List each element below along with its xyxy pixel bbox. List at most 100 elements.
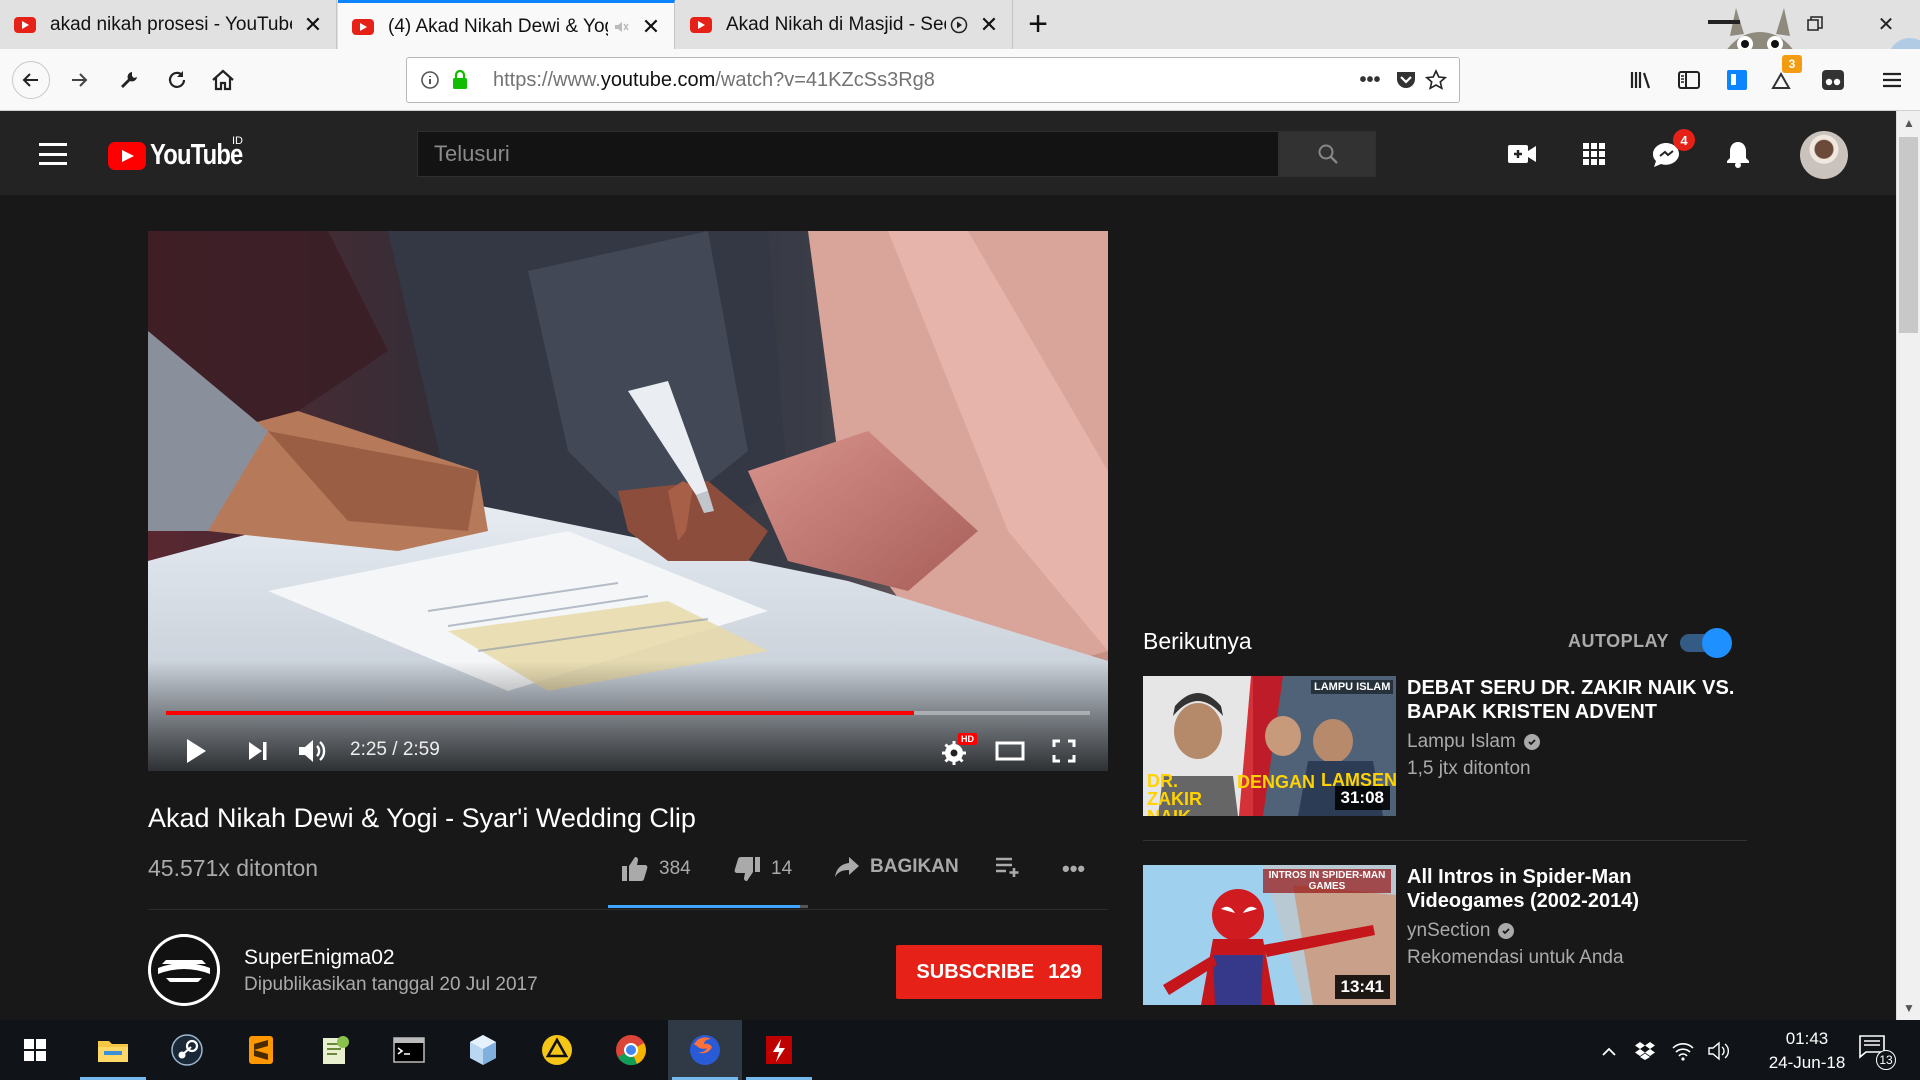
volume-icon[interactable] [1706,1038,1732,1064]
sidebar-toggle-icon[interactable] [1672,63,1706,97]
tab-playing-icon[interactable] [950,16,968,34]
channel-name[interactable]: SuperEnigma02 [244,946,395,970]
reload-icon[interactable] [160,63,194,97]
back-arrow-icon[interactable] [12,61,50,99]
site-info-icon[interactable] [415,65,445,95]
taskbar-app-chrome[interactable] [594,1020,668,1080]
library-icon[interactable] [1624,63,1658,97]
country-code: ID [232,135,243,147]
subscribe-button[interactable]: SUBSCRIBE 129 [896,945,1102,999]
recommendation-thumbnail[interactable]: INTROS IN SPIDER-MAN GAMES 13:41 [1143,865,1396,1005]
progress-bar[interactable] [166,711,1090,715]
pocket-icon[interactable] [1391,65,1421,95]
youtube-logo[interactable]: YouTube ID [108,135,263,172]
scroll-down-arrow-icon[interactable]: ▼ [1897,996,1920,1020]
scrollbar-thumb[interactable] [1899,137,1918,333]
messages-icon[interactable]: 4 [1647,129,1695,173]
like-button[interactable]: 384 [621,856,691,882]
recommendation-channel[interactable]: Lampu Islam [1407,731,1540,753]
taskbar-app-steam[interactable] [150,1020,224,1080]
search-button[interactable] [1279,131,1376,177]
publish-date: Dipublikasikan tanggal 20 Jul 2017 [244,974,538,995]
trello-addon-icon[interactable] [1720,63,1754,97]
channel-avatar[interactable] [148,934,220,1006]
verified-check-icon [1523,734,1540,750]
url-bar[interactable]: https://www.youtube.com/watch?v=41KZcSs3… [406,57,1460,103]
bookmark-star-icon[interactable] [1421,65,1451,95]
youtube-favicon-icon [352,18,374,35]
taskbar-app-notepad-plus-plus[interactable] [298,1020,372,1080]
page-scrollbar[interactable]: ▲ ▼ [1896,111,1920,1020]
recommendation-title[interactable]: DEBAT SERU DR. ZAKIR NAIK VS. BAPAK KRIS… [1407,676,1747,724]
recommendation-thumbnail[interactable]: LAMPU ISLAM DR. ZAKIR NAIK DENGAN LAMSEN… [1143,676,1396,816]
addon-badge-count: 3 [1782,55,1802,73]
taskbar-clock-time[interactable]: 01:43 [1752,1029,1862,1049]
video-player[interactable]: 2:25 / 2:59 HD [148,231,1108,771]
subscriber-count: 129 [1048,960,1082,983]
time-display: 2:25 / 2:59 [350,739,440,760]
steam-icon [171,1034,203,1066]
dropbox-icon[interactable] [1632,1038,1658,1064]
tab-akad-nikah-dewi-yogi[interactable]: (4) Akad Nikah Dewi & Yogi ✕ [338,0,675,50]
tab-muted-speaker-icon[interactable] [612,18,630,36]
apps-grid-icon[interactable] [1575,135,1613,173]
taskbar-app-firefox[interactable] [668,1020,742,1080]
next-video-button[interactable] [238,727,278,771]
more-actions-button[interactable]: ••• [1062,856,1085,882]
sublime-text-icon [249,1036,273,1064]
guide-menu-icon[interactable] [36,137,70,171]
taskbar-app-terminal[interactable] [372,1020,446,1080]
theater-mode-button[interactable] [990,727,1030,771]
forward-arrow-icon[interactable] [62,63,96,97]
progress-played [166,711,915,715]
tab-title: (4) Akad Nikah Dewi & Yogi [388,15,608,37]
tab-akad-nikah-di-masjid[interactable]: Akad Nikah di Masjid - Sede ✕ [676,0,1013,49]
volume-button[interactable] [292,727,332,771]
fullscreen-button[interactable] [1044,727,1084,771]
recommendation-channel[interactable]: ynSection [1407,920,1515,942]
upload-video-icon[interactable] [1503,135,1541,173]
start-button[interactable] [0,1020,70,1080]
taskbar-app-sublime-text[interactable] [224,1020,298,1080]
taskbar-app-filezilla[interactable] [742,1020,816,1080]
taskbar-app-virtualbox[interactable] [446,1020,520,1080]
notifications-bell-icon[interactable] [1719,135,1757,173]
url-text[interactable]: https://www.youtube.com/watch?v=41KZcSs3… [493,69,935,92]
tab-close-icon[interactable]: ✕ [640,14,662,39]
incognito-mask-icon[interactable] [1816,63,1850,97]
new-tab-button[interactable]: + [1022,5,1054,43]
tab-close-icon[interactable]: ✕ [302,12,324,37]
tab-close-icon[interactable]: ✕ [978,12,1000,37]
windows-taskbar: 01:43 24-Jun-18 13 [0,1020,1920,1080]
taskbar-app-file-explorer[interactable] [76,1020,150,1080]
play-button[interactable] [176,727,216,771]
taskbar-app-triangle[interactable] [520,1020,594,1080]
recommendation-title[interactable]: All Intros in Spider-Man Videogames (200… [1407,865,1747,913]
recommendation-item[interactable]: LAMPU ISLAM DR. ZAKIR NAIK DENGAN LAMSEN… [1143,676,1747,816]
autoplay-toggle-knob [1702,628,1732,658]
addon-badge-icon[interactable]: 3 [1766,55,1802,97]
scroll-up-arrow-icon[interactable]: ▲ [1897,111,1920,135]
video-duration: 31:08 [1334,786,1390,810]
wrench-icon[interactable] [112,63,146,97]
app-triangle-icon [542,1035,572,1065]
add-to-playlist-button[interactable] [994,856,1022,878]
recommendation-item[interactable]: INTROS IN SPIDER-MAN GAMES 13:41 All Int… [1143,865,1747,1005]
tab-title: Akad Nikah di Masjid - Sede [726,13,946,35]
show-hidden-icons-chevron-icon[interactable] [1596,1038,1622,1064]
account-avatar[interactable] [1800,131,1848,179]
settings-button[interactable]: HD [936,727,977,771]
wifi-icon[interactable] [1670,1038,1696,1064]
taskbar-clock-date[interactable]: 24-Jun-18 [1752,1053,1862,1073]
dislike-button[interactable]: 14 [733,856,792,882]
browser-nav-bar: https://www.youtube.com/watch?v=41KZcSs3… [0,49,1920,111]
share-button[interactable]: BAGIKAN [834,856,959,878]
browser-tab-strip: akad nikah prosesi - YouTube ✕ (4) Akad … [0,0,1920,50]
autoplay-toggle[interactable] [1680,628,1734,658]
search-input[interactable] [418,132,1278,176]
page-actions-icon[interactable]: ••• [1349,65,1391,95]
hamburger-menu-icon[interactable] [1875,63,1909,97]
skip-next-icon [249,742,267,760]
tab-akad-nikah-prosesi[interactable]: akad nikah prosesi - YouTube ✕ [0,0,337,49]
home-icon[interactable] [206,63,240,97]
